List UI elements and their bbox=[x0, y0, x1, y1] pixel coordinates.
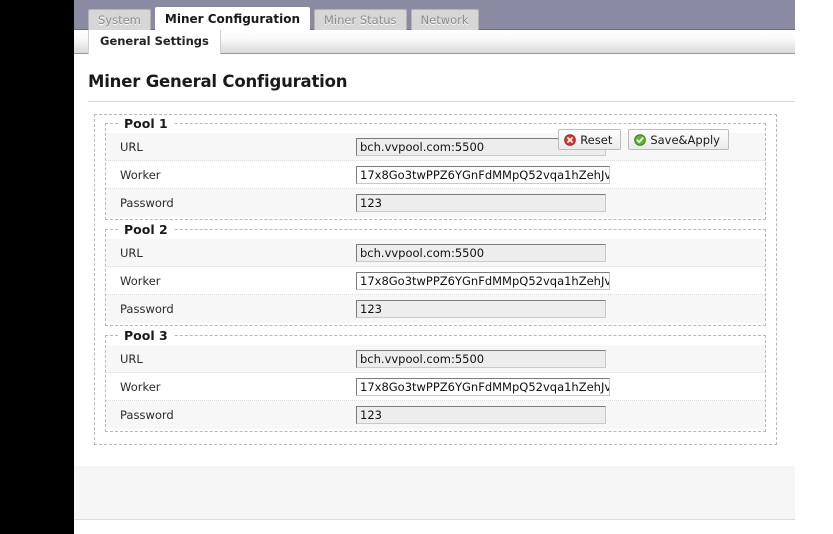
check-circle-icon bbox=[634, 133, 647, 146]
pool3-password-row: Password 123 bbox=[106, 401, 765, 429]
pool2-password-row: Password 123 bbox=[106, 295, 765, 323]
action-button-bar: Reset Save&Apply bbox=[558, 129, 729, 150]
pool3-worker-label: Worker bbox=[120, 379, 161, 394]
bottom-gutter bbox=[0, 521, 74, 534]
pool2-worker-label: Worker bbox=[120, 273, 161, 288]
pool2-worker-row: Worker 17x8Go3twPPZ6YGnFdMMpQ52vqa1hZehJ… bbox=[106, 267, 765, 295]
pool3-url-row: URL bch.vvpool.com:5500 bbox=[106, 345, 765, 373]
tab-network[interactable]: Network bbox=[410, 9, 479, 30]
footer-bar bbox=[74, 466, 795, 520]
pool3-password-input[interactable]: 123 bbox=[356, 406, 606, 424]
pool2-password-label: Password bbox=[120, 302, 174, 316]
pool-group-3: Pool 3 URL bch.vvpool.com:5500 Worker 17… bbox=[105, 328, 766, 432]
pool2-url-label: URL bbox=[120, 245, 143, 260]
pool-legend-1: Pool 1 bbox=[118, 116, 174, 131]
pool1-url-label: URL bbox=[120, 139, 143, 154]
pool-group-2: Pool 2 URL bch.vvpool.com:5500 Worker 17… bbox=[105, 222, 766, 326]
pool1-password-row: Password 123 bbox=[106, 189, 765, 217]
pool2-password-input[interactable]: 123 bbox=[356, 300, 606, 318]
content-bottom-divider bbox=[74, 519, 795, 520]
save-apply-button[interactable]: Save&Apply bbox=[628, 129, 729, 150]
pool3-password-label: Password bbox=[120, 408, 174, 422]
pool3-url-input[interactable]: bch.vvpool.com:5500 bbox=[356, 349, 606, 368]
reset-button-label: Reset bbox=[580, 132, 613, 147]
app-root: System Miner Configuration Miner Status … bbox=[0, 0, 833, 534]
tab-system[interactable]: System bbox=[88, 9, 151, 30]
pool2-worker-input[interactable]: 17x8Go3twPPZ6YGnFdMMpQ52vqa1hZehJv.2 bbox=[356, 271, 610, 290]
left-gutter bbox=[0, 0, 74, 534]
subtab-general-settings[interactable]: General Settings bbox=[88, 30, 221, 54]
secondary-tab-bar: General Settings bbox=[74, 30, 795, 54]
pool2-url-input[interactable]: bch.vvpool.com:5500 bbox=[356, 243, 606, 262]
page-title: Miner General Configuration bbox=[88, 72, 348, 91]
primary-tab-bar: System Miner Configuration Miner Status … bbox=[74, 0, 795, 30]
tab-miner-configuration[interactable]: Miner Configuration bbox=[154, 7, 310, 30]
save-apply-button-label: Save&Apply bbox=[650, 132, 720, 147]
pool1-worker-row: Worker 17x8Go3twPPZ6YGnFdMMpQ52vqa1hZehJ… bbox=[106, 161, 765, 189]
pool3-url-label: URL bbox=[120, 351, 143, 366]
pool-settings-form: Pool 1 URL bch.vvpool.com:5500 Worker 17… bbox=[94, 114, 777, 445]
reset-circle-icon bbox=[564, 133, 577, 146]
page-container: System Miner Configuration Miner Status … bbox=[74, 0, 795, 521]
pool1-password-input[interactable]: 123 bbox=[356, 194, 606, 212]
pool-legend-3: Pool 3 bbox=[118, 328, 174, 343]
tab-miner-status[interactable]: Miner Status bbox=[314, 9, 407, 30]
pool2-url-row: URL bch.vvpool.com:5500 bbox=[106, 239, 765, 267]
pool3-worker-row: Worker 17x8Go3twPPZ6YGnFdMMpQ52vqa1hZehJ… bbox=[106, 373, 765, 401]
pool1-worker-input[interactable]: 17x8Go3twPPZ6YGnFdMMpQ52vqa1hZehJv.2 bbox=[356, 165, 610, 184]
content-area: Miner General Configuration Pool 1 URL b… bbox=[74, 54, 795, 520]
pool1-password-label: Password bbox=[120, 196, 174, 210]
pool1-worker-label: Worker bbox=[120, 167, 161, 182]
reset-button[interactable]: Reset bbox=[558, 129, 622, 150]
title-divider bbox=[88, 101, 795, 102]
pool3-worker-input[interactable]: 17x8Go3twPPZ6YGnFdMMpQ52vqa1hZehJv.2 bbox=[356, 377, 610, 396]
pool-legend-2: Pool 2 bbox=[118, 222, 174, 237]
